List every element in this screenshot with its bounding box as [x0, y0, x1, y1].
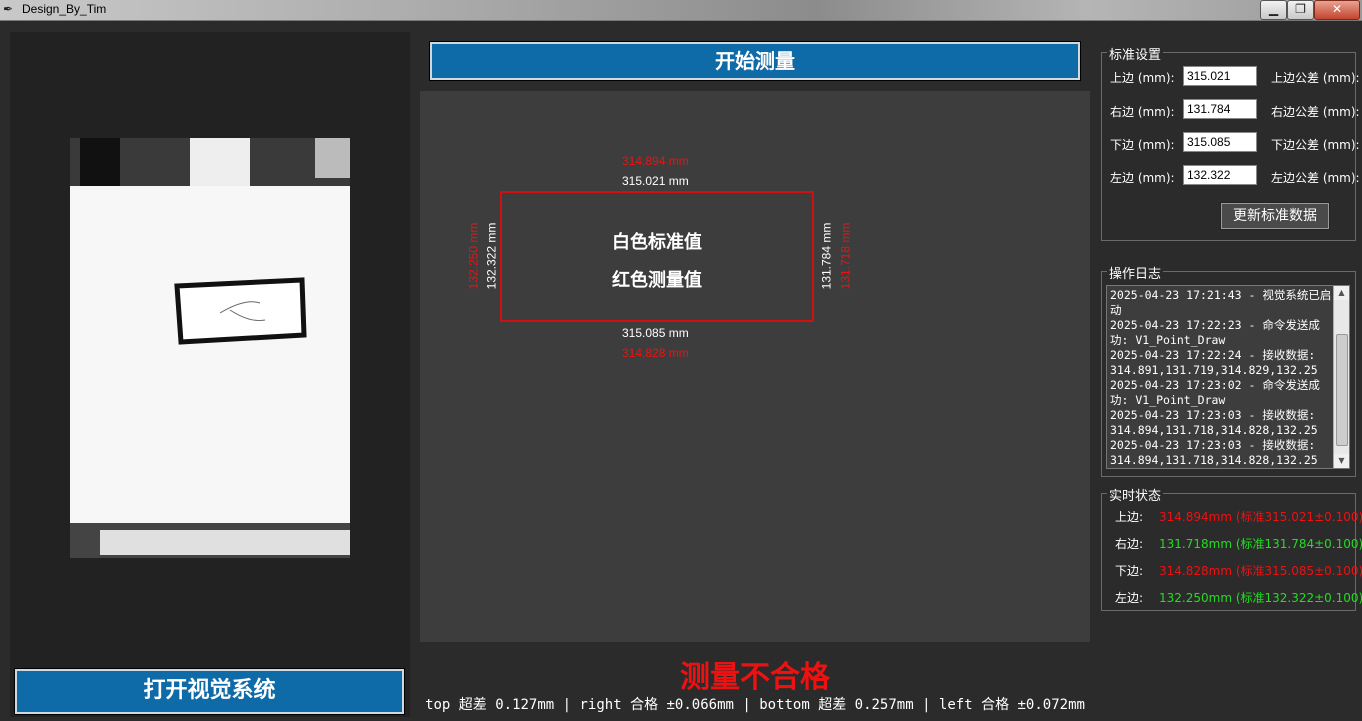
- rt-top-value: 314.894mm (标准315.021±0.100): [1159, 510, 1362, 524]
- top-standard-label: 315.021 mm: [622, 174, 689, 188]
- realtime-status-title: 实时状态: [1107, 485, 1164, 504]
- window-title: Design_By_Tim: [22, 2, 107, 16]
- log-line: 2025-04-23 17:23:02 - 命令发送成功: V1_Point_D…: [1110, 378, 1320, 407]
- log-line: 2025-04-23 17:21:43 - 视觉系统已启动: [1110, 288, 1332, 317]
- scrollbar-thumb[interactable]: [1336, 334, 1348, 446]
- start-measure-button[interactable]: 开始测量: [429, 41, 1081, 81]
- right-tolerance-label: 右边公差 (mm):: [1271, 105, 1360, 119]
- rt-bottom-label: 下边:: [1115, 564, 1144, 578]
- right-edge-label: 右边 (mm):: [1110, 105, 1175, 119]
- right-edge-input[interactable]: [1183, 99, 1257, 119]
- standard-settings-title: 标准设置: [1107, 44, 1164, 63]
- scroll-up-icon[interactable]: ▲: [1334, 286, 1349, 300]
- log-content: 2025-04-23 17:21:43 - 视觉系统已启动 2025-04-23…: [1110, 288, 1332, 468]
- measurement-canvas: 314.894 mm 315.021 mm 315.085 mm 314.828…: [420, 91, 1090, 642]
- bottom-measured-label: 314.828 mm: [622, 346, 689, 360]
- close-button[interactable]: ✕: [1314, 0, 1360, 20]
- rt-right-label: 右边:: [1115, 537, 1144, 551]
- rt-right-value: 131.718mm (标准131.784±0.100): [1159, 537, 1362, 551]
- legend-white-text: 白色标准值: [612, 232, 702, 253]
- feather-icon: ✒: [3, 2, 14, 16]
- camera-preview-image: [70, 138, 350, 558]
- left-standard-label: 132.322 mm: [484, 222, 499, 290]
- bottom-standard-label: 315.085 mm: [622, 326, 689, 340]
- left-tolerance-label: 左边公差 (mm):: [1271, 171, 1360, 185]
- operation-log-title: 操作日志: [1107, 263, 1164, 282]
- result-status: 测量不合格: [680, 660, 830, 695]
- rt-bottom-value: 314.828mm (标准315.085±0.100): [1159, 564, 1362, 578]
- legend-red-text: 红色测量值: [612, 270, 702, 291]
- left-measured-label: 132.250 mm: [466, 222, 481, 290]
- left-edge-label: 左边 (mm):: [1110, 171, 1175, 185]
- bottom-edge-input[interactable]: [1183, 132, 1257, 152]
- right-standard-label: 131.784 mm: [819, 222, 834, 290]
- rt-left-value: 132.250mm (标准132.322±0.100): [1159, 591, 1362, 605]
- log-line: 2025-04-23 17:22:23 - 命令发送成功: V1_Point_D…: [1110, 318, 1320, 347]
- maximize-button[interactable]: ❐: [1287, 0, 1314, 20]
- top-edge-input[interactable]: [1183, 66, 1257, 86]
- result-detail: top 超差 0.127mm | right 合格 ±0.066mm | bot…: [425, 697, 1085, 713]
- top-tolerance-label: 上边公差 (mm):: [1271, 71, 1360, 85]
- log-scrollbar[interactable]: ▲ ▼: [1333, 286, 1349, 468]
- log-line: 2025-04-23 17:23:03 - 接收数据: 314.894,131.…: [1110, 408, 1318, 437]
- top-edge-label: 上边 (mm):: [1110, 71, 1175, 85]
- bottom-edge-label: 下边 (mm):: [1110, 138, 1175, 152]
- top-measured-label: 314.894 mm: [622, 154, 689, 168]
- right-measured-label: 131.718 mm: [838, 222, 853, 290]
- log-line: 2025-04-23 17:22:24 - 接收数据: 314.891,131.…: [1110, 348, 1318, 377]
- rt-left-label: 左边:: [1115, 591, 1144, 605]
- log-line: 2025-04-23 17:23:03 - 接收数据: 314.894,131.…: [1110, 438, 1318, 467]
- update-standard-button[interactable]: 更新标准数据: [1220, 202, 1330, 230]
- window-titlebar: ✒ Design_By_Tim ▁ ❐ ✕: [0, 0, 1362, 21]
- log-textarea[interactable]: 2025-04-23 17:21:43 - 视觉系统已启动 2025-04-23…: [1106, 285, 1350, 469]
- measurement-rectangle: [500, 191, 814, 322]
- scroll-down-icon[interactable]: ▼: [1334, 454, 1349, 468]
- bottom-tolerance-label: 下边公差 (mm):: [1271, 138, 1360, 152]
- left-edge-input[interactable]: [1183, 165, 1257, 185]
- minimize-button[interactable]: ▁: [1260, 0, 1287, 20]
- open-vision-button[interactable]: 打开视觉系统: [14, 668, 405, 715]
- rt-top-label: 上边:: [1115, 510, 1144, 524]
